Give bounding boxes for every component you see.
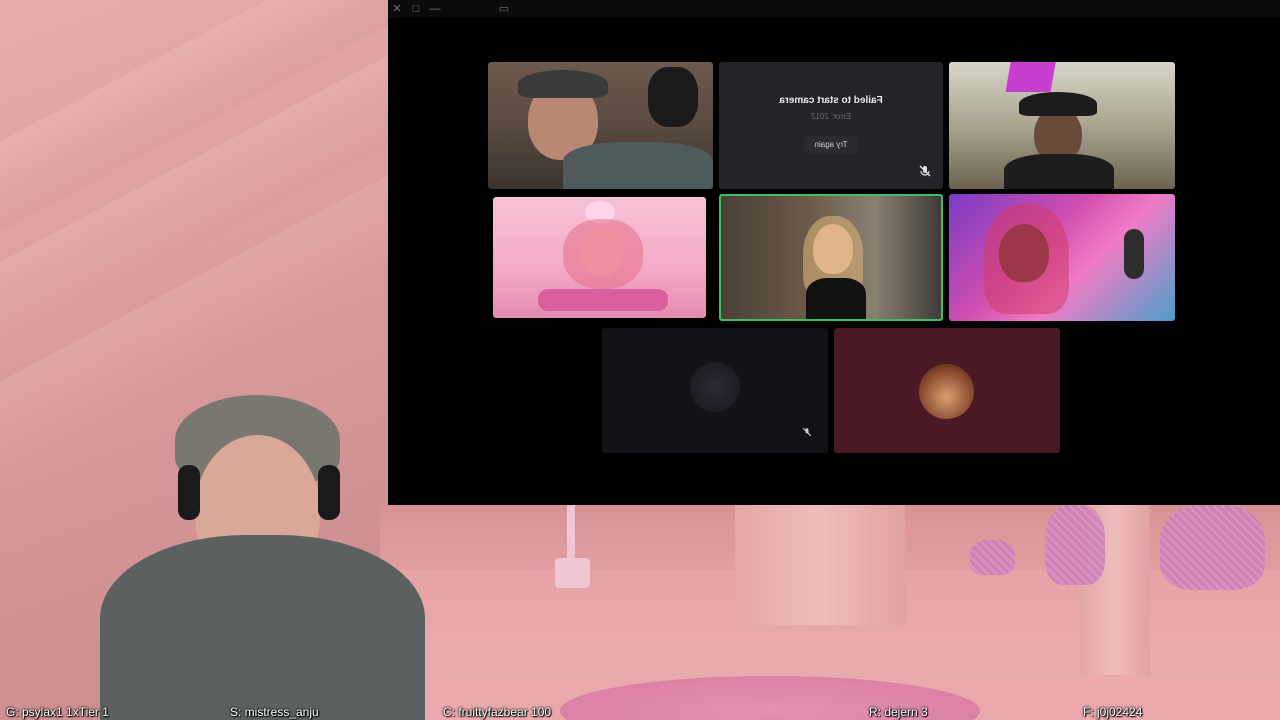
hud-latest-cheer: C: fruittyfazbear 100	[443, 705, 552, 719]
wicker-chair	[970, 540, 1015, 575]
hud-latest-goal: G: psylax1 1xTier 1	[6, 705, 109, 719]
participant-hair	[984, 204, 1069, 314]
dark-avatar-icon	[690, 362, 740, 412]
hud-latest-raid: R: dejern 3	[869, 705, 928, 719]
video-call-window: ✕ □ — ▭ Failed to start camera Error: 20…	[388, 0, 1280, 505]
participant-shirt	[563, 142, 713, 189]
try-again-button[interactable]: Try again	[804, 136, 858, 154]
desk	[538, 289, 668, 311]
camera-error-code: Error: 2012	[810, 112, 852, 121]
pink-gift-box-icon	[1005, 62, 1058, 92]
camera-error-title: Failed to start camera	[779, 95, 883, 106]
window-titlebar: ✕ □ — ▭	[388, 0, 1280, 18]
headphones-icon	[178, 465, 200, 520]
participant-pink-vtuber-tile[interactable]	[493, 197, 706, 318]
participant-shirt	[1004, 154, 1114, 189]
mic-muted-icon	[802, 427, 812, 437]
pillar	[735, 505, 905, 625]
mic-muted-icon	[919, 165, 931, 177]
cowboy-hat-avatar-icon	[919, 364, 974, 419]
microphone-icon	[1124, 229, 1144, 279]
participant-dark-avatar-tile[interactable]	[602, 328, 828, 453]
wicker-chair	[1045, 505, 1105, 585]
headphones-icon	[318, 465, 340, 520]
participant-blonde-woman-tile[interactable]	[719, 194, 943, 321]
streamer-webcam	[90, 375, 435, 720]
chair-icon	[648, 67, 698, 127]
maximize-icon[interactable]: □	[409, 2, 423, 16]
hud-latest-sub: S: mistress_anju	[230, 705, 319, 719]
vtuber-hair	[563, 219, 643, 289]
streamer-shirt	[100, 535, 425, 720]
participant-top	[806, 278, 866, 319]
participant-hat-avatar-tile[interactable]	[834, 328, 1060, 453]
close-icon[interactable]: ✕	[390, 2, 404, 16]
participant-man-hat-tile[interactable]	[949, 62, 1175, 189]
participant-camera-failed-tile: Failed to start camera Error: 2012 Try a…	[719, 62, 943, 189]
lamp-stand	[567, 505, 575, 560]
minimize-icon[interactable]: —	[428, 2, 442, 16]
cap-icon	[518, 70, 608, 98]
wicker-chair	[1160, 505, 1265, 590]
hud-latest-follow: F: j0j02424	[1083, 705, 1143, 719]
lamp-base	[555, 558, 590, 588]
fedora-icon	[1019, 92, 1097, 116]
restore-icon[interactable]: ▭	[497, 2, 511, 16]
participant-pink-hair-woman-tile[interactable]	[949, 194, 1175, 321]
participant-man-cap-tile[interactable]	[488, 62, 713, 189]
